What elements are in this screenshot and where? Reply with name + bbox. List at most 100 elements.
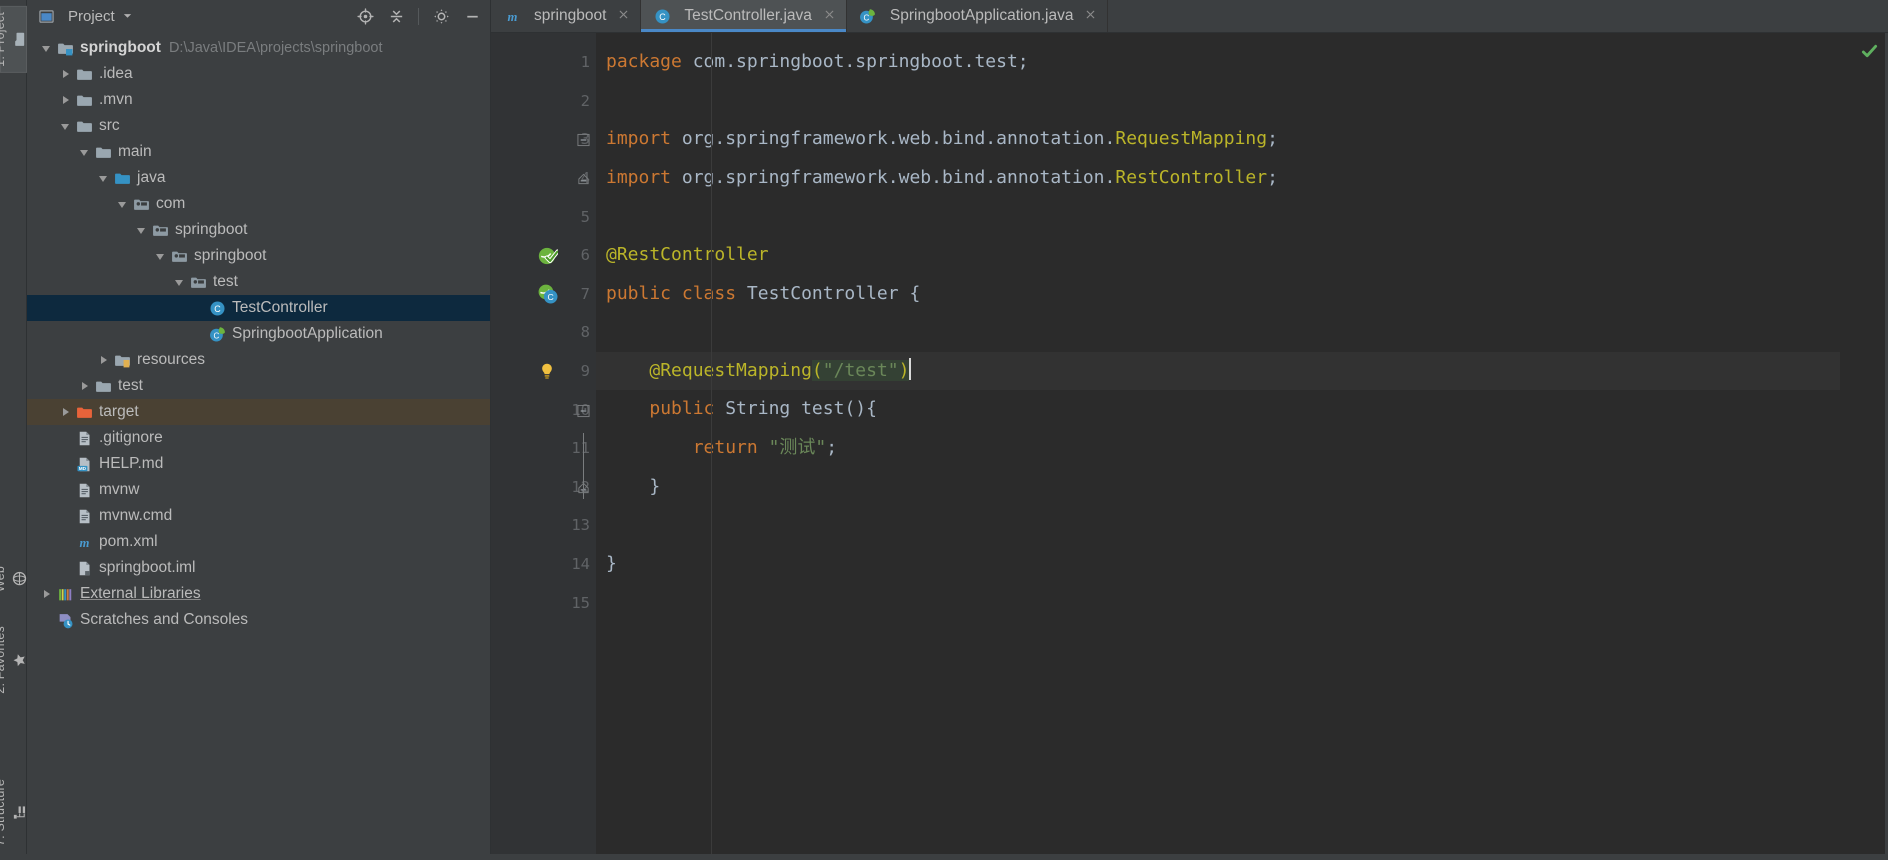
editor-tab-bar[interactable]: m springboot C TestController.java C Springbo… <box>491 0 1888 33</box>
tree-row[interactable]: springboot.iml <box>27 555 490 581</box>
code-area[interactable]: package com.springboot.springboot.test; i… <box>596 33 1840 860</box>
code-line[interactable]: public class TestController { <box>596 275 1840 314</box>
code-line[interactable]: } <box>596 545 1840 584</box>
code-line[interactable]: package com.springboot.springboot.test; <box>596 43 1840 82</box>
code-token: ( <box>811 359 823 381</box>
tree-row[interactable]: target <box>27 399 490 425</box>
code-line[interactable] <box>596 197 1840 236</box>
spring-bean-check-icon[interactable] <box>536 244 558 266</box>
chevron-open-icon[interactable] <box>79 146 92 159</box>
tree-row[interactable]: mvnw.cmd <box>27 503 490 529</box>
code-fold-end-icon[interactable] <box>577 172 590 185</box>
rail-item-structure[interactable]: 7: Structure <box>0 773 27 852</box>
project-tree[interactable]: springboot D:\Java\IDEA\projects\springbo… <box>27 33 490 860</box>
code-fold-minus-icon[interactable] <box>577 133 590 147</box>
tree-row[interactable]: C SpringbootApplication <box>27 321 490 347</box>
gutter-line[interactable]: 4 <box>491 159 596 198</box>
error-stripe[interactable] <box>1840 33 1888 860</box>
lightbulb-icon[interactable] <box>536 360 558 382</box>
tree-row[interactable]: java <box>27 165 490 191</box>
chevron-open-icon[interactable] <box>117 198 130 211</box>
code-line[interactable] <box>596 82 1840 121</box>
chevron-open-icon[interactable] <box>174 276 187 289</box>
chevron-closed-icon[interactable] <box>60 406 73 419</box>
gutter-line[interactable]: 8 <box>491 313 596 352</box>
gutter-line[interactable]: 3 <box>491 120 596 159</box>
tree-row[interactable]: springboot <box>27 243 490 269</box>
chevron-closed-icon[interactable] <box>79 380 92 393</box>
gutter-line[interactable]: 5 <box>491 197 596 236</box>
rail-item-web[interactable]: Web <box>0 560 27 598</box>
code-line[interactable]: } <box>596 468 1840 507</box>
code-line[interactable]: @RequestMapping("/test") <box>596 351 1840 391</box>
svg-text:m: m <box>507 10 517 24</box>
tree-row[interactable]: test <box>27 269 490 295</box>
gutter-line[interactable]: 9 <box>491 352 596 391</box>
tree-row[interactable]: C TestController <box>27 295 490 321</box>
green-check-icon[interactable] <box>1861 43 1878 65</box>
chevron-open-icon[interactable] <box>60 120 73 133</box>
code-token: "/test" <box>822 359 899 381</box>
tree-row-label: resources <box>137 351 206 368</box>
tree-row[interactable]: com <box>27 191 490 217</box>
project-window-icon <box>37 8 55 26</box>
tree-row[interactable]: main <box>27 139 490 165</box>
tree-row[interactable]: mvnw <box>27 477 490 503</box>
code-line[interactable] <box>596 313 1840 352</box>
code-fold-minus-icon[interactable] <box>577 403 590 417</box>
editor-tab[interactable]: C SpringbootApplication.java <box>847 0 1109 32</box>
code-line[interactable]: public String test(){ <box>596 390 1840 429</box>
chevron-open-icon[interactable] <box>155 250 168 263</box>
chevron-closed-icon[interactable] <box>60 68 73 81</box>
tree-row[interactable]: m pom.xml <box>27 529 490 555</box>
spring-class-bean-icon[interactable]: C <box>536 283 558 305</box>
chevron-open-icon[interactable] <box>98 172 111 185</box>
tree-arrow-spacer <box>60 458 73 471</box>
close-icon[interactable] <box>617 8 630 25</box>
tree-row[interactable]: Scratches and Consoles <box>27 607 490 633</box>
tree-row[interactable]: src <box>27 113 490 139</box>
editor-gutter[interactable]: 1 2 3 4 5 6 C 7 8 9 10 11 12 13 14 15 <box>491 33 596 860</box>
rail-item-project[interactable]: 1: Project <box>0 6 27 73</box>
gutter-line[interactable]: 11 <box>491 429 596 468</box>
gutter-line[interactable]: 12 <box>491 468 596 507</box>
gutter-line[interactable]: 6 <box>491 236 596 275</box>
rail-item-favorites[interactable]: 2: Favorites <box>0 620 27 700</box>
gutter-line[interactable]: 1 <box>491 43 596 82</box>
chevron-open-icon[interactable] <box>136 224 149 237</box>
minimize-icon[interactable] <box>460 5 484 29</box>
code-line[interactable]: import org.springframework.web.bind.anno… <box>596 159 1840 198</box>
editor-tab[interactable]: C TestController.java <box>641 0 847 32</box>
code-line[interactable]: @RestController <box>596 236 1840 275</box>
locate-in-tree-icon[interactable] <box>353 5 377 29</box>
tree-row[interactable]: .gitignore <box>27 425 490 451</box>
gutter-line[interactable]: 14 <box>491 545 596 584</box>
tree-row[interactable]: MD HELP.md <box>27 451 490 477</box>
gutter-line[interactable]: C7 <box>491 275 596 314</box>
code-line[interactable] <box>596 583 1840 622</box>
gutter-line[interactable]: 10 <box>491 390 596 429</box>
gutter-line[interactable]: 2 <box>491 82 596 121</box>
chevron-down-icon[interactable] <box>122 8 133 26</box>
tree-row[interactable]: springboot <box>27 217 490 243</box>
code-line[interactable] <box>596 506 1840 545</box>
tree-row[interactable]: resources <box>27 347 490 373</box>
editor-tab[interactable]: m springboot <box>491 0 642 32</box>
code-line[interactable]: return "测试"; <box>596 429 1840 468</box>
gutter-line[interactable]: 15 <box>491 583 596 622</box>
chevron-open-icon[interactable] <box>41 42 54 55</box>
chevron-closed-icon[interactable] <box>41 588 54 601</box>
chevron-closed-icon[interactable] <box>98 354 111 367</box>
gutter-line[interactable]: 13 <box>491 506 596 545</box>
tree-row[interactable]: springboot D:\Java\IDEA\projects\springbo… <box>27 35 490 61</box>
tree-row[interactable]: External Libraries <box>27 581 490 607</box>
gear-icon[interactable] <box>429 5 453 29</box>
tree-row[interactable]: .idea <box>27 61 490 87</box>
code-line[interactable]: import org.springframework.web.bind.anno… <box>596 120 1840 159</box>
tree-row[interactable]: test <box>27 373 490 399</box>
collapse-all-icon[interactable] <box>384 5 408 29</box>
close-icon[interactable] <box>823 8 836 25</box>
close-icon[interactable] <box>1084 8 1097 25</box>
tree-row[interactable]: .mvn <box>27 87 490 113</box>
chevron-closed-icon[interactable] <box>60 94 73 107</box>
